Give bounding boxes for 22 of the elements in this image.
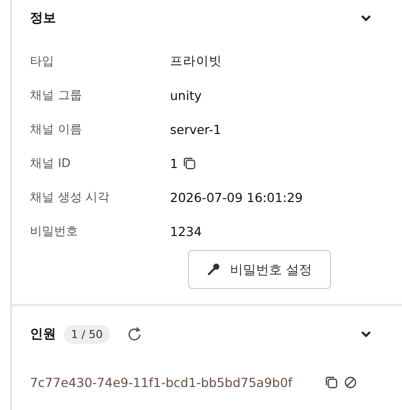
set-password-button[interactable]: 비밀번호 설정: [188, 250, 332, 289]
field-label: 채널 그룹: [30, 86, 83, 104]
field-label: 비밀번호: [30, 222, 79, 240]
member-id: 7c77e430-74e9-11f1-bcd1-bb5bd75a9b0f: [30, 374, 294, 390]
field-label: 타입: [30, 52, 55, 70]
field-value: 1234: [170, 224, 202, 238]
section-title: 정보: [30, 10, 56, 27]
copy-icon[interactable]: [325, 376, 338, 388]
block-icon[interactable]: [344, 376, 357, 388]
copy-icon[interactable]: [182, 156, 196, 170]
field-value: 2026-07-09 16:01:29: [170, 190, 303, 204]
field-label: 채널 ID: [30, 154, 72, 172]
key-icon: [207, 263, 220, 276]
field-value: 프라이빗: [170, 52, 222, 70]
field-label: 채널 생성 시각: [30, 188, 111, 206]
section-title: 인원: [30, 326, 56, 343]
field-value: 1: [170, 156, 178, 170]
refresh-icon[interactable]: [126, 326, 143, 342]
field-value: unity: [170, 88, 202, 102]
count-badge: 1 / 50: [64, 324, 110, 344]
field-value: server-1: [170, 122, 222, 136]
field-label: 채널 이름: [30, 120, 83, 138]
